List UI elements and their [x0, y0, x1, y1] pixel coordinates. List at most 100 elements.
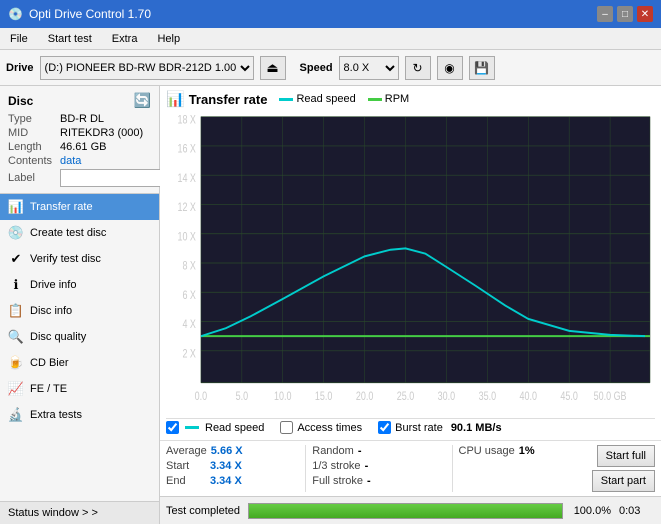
stats-fullstroke-val: - — [367, 475, 371, 487]
transfer-rate-icon: 📊 — [8, 199, 24, 215]
start-full-button[interactable]: Start full — [597, 445, 655, 467]
svg-text:40.0: 40.0 — [520, 390, 538, 404]
stats-cpu-val: 1% — [519, 445, 535, 457]
disc-mid-row: MID RITEKDR3 (000) — [8, 127, 151, 139]
disc-length-key: Length — [8, 141, 60, 153]
svg-text:8 X: 8 X — [182, 259, 195, 273]
nav-label-cd-bier: CD Bier — [30, 357, 69, 369]
disc-icon-btn[interactable]: 🔄 — [134, 92, 151, 109]
stats-average-key: Average — [166, 445, 207, 457]
stats-start-row: Start 3.34 X — [166, 460, 299, 472]
burn-button[interactable]: ◉ — [437, 56, 463, 80]
nav-item-disc-quality[interactable]: 🔍 Disc quality — [0, 324, 159, 350]
cb-access-times[interactable] — [280, 421, 293, 434]
svg-text:5.0: 5.0 — [236, 390, 249, 404]
svg-text:0.0: 0.0 — [195, 390, 208, 404]
nav-label-create-test-disc: Create test disc — [30, 227, 106, 239]
save-button[interactable]: 💾 — [469, 56, 495, 80]
status-window-label: Status window > > — [8, 507, 98, 519]
menu-help[interactable]: Help — [151, 31, 186, 47]
burst-rate-val: 90.1 MB/s — [451, 422, 502, 434]
nav-item-transfer-rate[interactable]: 📊 Transfer rate — [0, 194, 159, 220]
stats-col-2: Random - 1/3 stroke - Full stroke - — [312, 445, 445, 492]
eject-button[interactable]: ⏏ — [260, 56, 286, 80]
stats-end-row: End 3.34 X — [166, 475, 299, 487]
disc-panel-title: Disc — [8, 94, 33, 108]
cd-bier-icon: 🍺 — [8, 355, 24, 371]
drive-info-icon: ℹ — [8, 277, 24, 293]
cb-read-speed-item: Read speed — [166, 421, 264, 434]
refresh-button[interactable]: ↻ — [405, 56, 431, 80]
svg-text:6 X: 6 X — [182, 289, 195, 303]
nav-item-fe-te[interactable]: 📈 FE / TE — [0, 376, 159, 402]
stats-col-3: CPU usage 1% — [459, 445, 592, 492]
disc-info-icon: 📋 — [8, 303, 24, 319]
main: Disc 🔄 Type BD-R DL MID RITEKDR3 (000) L… — [0, 86, 661, 524]
chart-area: 📊 Transfer rate Read speed RPM — [160, 86, 661, 440]
cb-access-times-label: Access times — [297, 422, 362, 434]
legend-read-speed-label: Read speed — [296, 93, 355, 105]
svg-text:15.0: 15.0 — [315, 390, 333, 404]
disc-label-key: Label — [8, 172, 60, 184]
stats-cpu-row: CPU usage 1% — [459, 445, 592, 457]
legend-read-speed: Read speed — [279, 93, 355, 105]
toolbar: Drive (D:) PIONEER BD-RW BDR-212D 1.00 ⏏… — [0, 50, 661, 86]
speed-select[interactable]: 8.0 X MAX 6.0 X 4.0 X 2.0 X — [339, 56, 399, 80]
stats-end-key: End — [166, 475, 206, 487]
svg-text:14 X: 14 X — [177, 172, 195, 186]
stats-stroke1-val: - — [365, 460, 369, 472]
disc-type-val: BD-R DL — [60, 113, 104, 125]
disc-type-row: Type BD-R DL — [8, 113, 151, 125]
disc-panel-header: Disc 🔄 — [8, 92, 151, 109]
start-part-button[interactable]: Start part — [592, 470, 655, 492]
stats-cpu-key: CPU usage — [459, 445, 515, 457]
stats-average-val: 5.66 X — [211, 445, 243, 457]
svg-text:20.0: 20.0 — [356, 390, 374, 404]
minimize-button[interactable]: – — [597, 6, 613, 22]
svg-text:35.0: 35.0 — [479, 390, 497, 404]
chart-svg-container: 18 X 16 X 14 X 12 X 10 X 8 X 6 X 4 X 2 X… — [166, 110, 655, 416]
stats-start-val: 3.34 X — [210, 460, 242, 472]
menu-extra[interactable]: Extra — [106, 31, 144, 47]
nav-item-verify-test-disc[interactable]: ✔ Verify test disc — [0, 246, 159, 272]
svg-text:45.0: 45.0 — [560, 390, 578, 404]
disc-mid-val: RITEKDR3 (000) — [60, 127, 143, 139]
stats-average-row: Average 5.66 X — [166, 445, 299, 457]
close-button[interactable]: ✕ — [637, 6, 653, 22]
chart-title-text: Transfer rate — [189, 92, 268, 107]
svg-text:4 X: 4 X — [182, 318, 195, 332]
disc-label-row: Label 🖊 — [8, 169, 151, 187]
speed-label: Speed — [300, 62, 333, 74]
chart-title: 📊 Transfer rate — [166, 90, 267, 108]
nav-item-disc-info[interactable]: 📋 Disc info — [0, 298, 159, 324]
stats-start-key: Start — [166, 460, 206, 472]
cb-burst-rate[interactable] — [378, 421, 391, 434]
timer-text: 0:03 — [619, 505, 655, 517]
cb-read-speed[interactable] — [166, 421, 179, 434]
stats-fullstroke-key: Full stroke — [312, 475, 363, 487]
legend-rpm: RPM — [368, 93, 409, 105]
legend-rpm-color — [368, 98, 382, 101]
progress-bar-fill — [249, 504, 562, 518]
maximize-button[interactable]: □ — [617, 6, 633, 22]
svg-text:12 X: 12 X — [177, 201, 195, 215]
progress-text: 100.0% — [571, 505, 611, 517]
nav-item-drive-info[interactable]: ℹ Drive info — [0, 272, 159, 298]
nav-label-drive-info: Drive info — [30, 279, 76, 291]
verify-test-disc-icon: ✔ — [8, 251, 24, 267]
nav-item-extra-tests[interactable]: 🔬 Extra tests — [0, 402, 159, 428]
stats-area: Average 5.66 X Start 3.34 X End 3.34 X R… — [160, 440, 661, 496]
menu-file[interactable]: File — [4, 31, 34, 47]
nav-item-cd-bier[interactable]: 🍺 CD Bier — [0, 350, 159, 376]
menu-start-test[interactable]: Start test — [42, 31, 98, 47]
cb-burst-rate-item: Burst rate 90.1 MB/s — [378, 421, 501, 434]
stats-divider-2 — [452, 445, 453, 492]
fe-te-icon: 📈 — [8, 381, 24, 397]
drive-select[interactable]: (D:) PIONEER BD-RW BDR-212D 1.00 — [40, 56, 254, 80]
nav-label-verify-test-disc: Verify test disc — [30, 253, 101, 265]
chart-checkboxes: Read speed Access times Burst rate 90.1 … — [166, 418, 655, 436]
nav-item-create-test-disc[interactable]: 💿 Create test disc — [0, 220, 159, 246]
menubar: File Start test Extra Help — [0, 28, 661, 50]
status-window-button[interactable]: Status window > > — [0, 501, 159, 524]
disc-contents-key: Contents — [8, 155, 60, 167]
